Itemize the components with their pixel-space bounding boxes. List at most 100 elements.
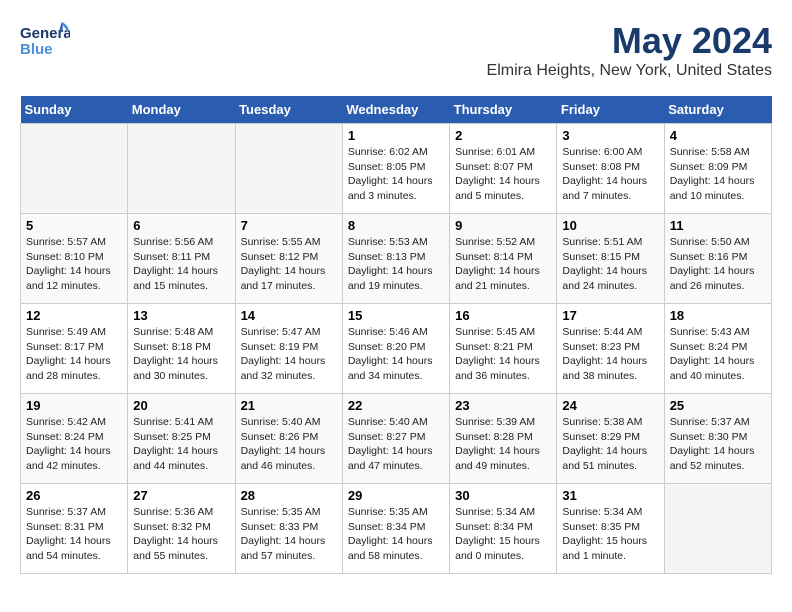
calendar-cell: 23Sunrise: 5:39 AMSunset: 8:28 PMDayligh… bbox=[450, 394, 557, 484]
calendar-cell: 7Sunrise: 5:55 AMSunset: 8:12 PMDaylight… bbox=[235, 214, 342, 304]
day-info: Sunrise: 6:01 AMSunset: 8:07 PMDaylight:… bbox=[455, 145, 551, 204]
calendar-cell: 3 Sunrise: 6:00 AMSunset: 8:08 PMDaylight… bbox=[557, 124, 664, 214]
calendar-cell bbox=[664, 484, 771, 574]
day-info: Sunrise: 6:00 AMSunset: 8:08 PMDaylight:… bbox=[562, 145, 658, 204]
column-header-wednesday: Wednesday bbox=[342, 96, 449, 124]
day-info: Sunrise: 5:37 AMSunset: 8:30 PMDaylight:… bbox=[670, 415, 766, 474]
calendar-cell: 18 Sunrise: 5:43 AMSunset: 8:24 PMDayligh… bbox=[664, 304, 771, 394]
calendar-cell: 30Sunrise: 5:34 AMSunset: 8:34 PMDayligh… bbox=[450, 484, 557, 574]
calendar-cell: 28 Sunrise: 5:35 AMSunset: 8:33 PMDayligh… bbox=[235, 484, 342, 574]
day-info: Sunrise: 5:38 AMSunset: 8:29 PMDaylight:… bbox=[562, 415, 658, 474]
day-number: 10 bbox=[562, 218, 658, 233]
week-row-1: 1Sunrise: 6:02 AMSunset: 8:05 PMDaylight… bbox=[21, 124, 772, 214]
week-row-3: 12 Sunrise: 5:49 AMSunset: 8:17 PMDayligh… bbox=[21, 304, 772, 394]
calendar-cell: 6Sunrise: 5:56 AMSunset: 8:11 PMDaylight… bbox=[128, 214, 235, 304]
calendar-cell: 17 Sunrise: 5:44 AMSunset: 8:23 PMDayligh… bbox=[557, 304, 664, 394]
calendar-cell: 27 Sunrise: 5:36 AMSunset: 8:32 PMDayligh… bbox=[128, 484, 235, 574]
day-number: 4 bbox=[670, 128, 766, 143]
day-info: Sunrise: 5:35 AMSunset: 8:34 PMDaylight:… bbox=[348, 505, 444, 564]
calendar-cell bbox=[235, 124, 342, 214]
day-info: Sunrise: 5:46 AMSunset: 8:20 PMDaylight:… bbox=[348, 325, 444, 384]
day-info: Sunrise: 5:34 AMSunset: 8:34 PMDaylight:… bbox=[455, 505, 551, 564]
column-header-monday: Monday bbox=[128, 96, 235, 124]
day-info: Sunrise: 5:44 AMSunset: 8:23 PMDaylight:… bbox=[562, 325, 658, 384]
day-info: Sunrise: 5:43 AMSunset: 8:24 PMDaylight:… bbox=[670, 325, 766, 384]
calendar-cell: 14 Sunrise: 5:47 AMSunset: 8:19 PMDayligh… bbox=[235, 304, 342, 394]
day-number: 23 bbox=[455, 398, 551, 413]
calendar-cell: 26Sunrise: 5:37 AMSunset: 8:31 PMDayligh… bbox=[21, 484, 128, 574]
day-info: Sunrise: 5:53 AMSunset: 8:13 PMDaylight:… bbox=[348, 235, 444, 294]
day-info: Sunrise: 5:47 AMSunset: 8:19 PMDaylight:… bbox=[241, 325, 337, 384]
day-number: 22 bbox=[348, 398, 444, 413]
calendar-cell: 12 Sunrise: 5:49 AMSunset: 8:17 PMDayligh… bbox=[21, 304, 128, 394]
calendar-cell: 21 Sunrise: 5:40 AMSunset: 8:26 PMDayligh… bbox=[235, 394, 342, 484]
day-info: Sunrise: 5:50 AMSunset: 8:16 PMDaylight:… bbox=[670, 235, 766, 294]
column-header-tuesday: Tuesday bbox=[235, 96, 342, 124]
day-number: 27 bbox=[133, 488, 229, 503]
page-header: General Blue General Blue May 2024 Elmir… bbox=[20, 20, 772, 80]
day-number: 21 bbox=[241, 398, 337, 413]
calendar-cell: 4 Sunrise: 5:58 AMSunset: 8:09 PMDaylight… bbox=[664, 124, 771, 214]
calendar-cell: 24Sunrise: 5:38 AMSunset: 8:29 PMDayligh… bbox=[557, 394, 664, 484]
calendar-cell: 1Sunrise: 6:02 AMSunset: 8:05 PMDaylight… bbox=[342, 124, 449, 214]
day-number: 17 bbox=[562, 308, 658, 323]
day-number: 5 bbox=[26, 218, 122, 233]
column-header-saturday: Saturday bbox=[664, 96, 771, 124]
day-number: 8 bbox=[348, 218, 444, 233]
calendar-cell bbox=[21, 124, 128, 214]
calendar-cell: 2 Sunrise: 6:01 AMSunset: 8:07 PMDaylight… bbox=[450, 124, 557, 214]
week-row-5: 26Sunrise: 5:37 AMSunset: 8:31 PMDayligh… bbox=[21, 484, 772, 574]
day-info: Sunrise: 5:42 AMSunset: 8:24 PMDaylight:… bbox=[26, 415, 122, 474]
column-header-friday: Friday bbox=[557, 96, 664, 124]
calendar-cell: 9Sunrise: 5:52 AMSunset: 8:14 PMDaylight… bbox=[450, 214, 557, 304]
day-info: Sunrise: 5:34 AMSunset: 8:35 PMDaylight:… bbox=[562, 505, 658, 564]
calendar-cell: 22 Sunrise: 5:40 AMSunset: 8:27 PMDayligh… bbox=[342, 394, 449, 484]
calendar-cell bbox=[128, 124, 235, 214]
day-info: Sunrise: 5:40 AMSunset: 8:26 PMDaylight:… bbox=[241, 415, 337, 474]
calendar-cell: 20Sunrise: 5:41 AMSunset: 8:25 PMDayligh… bbox=[128, 394, 235, 484]
day-number: 13 bbox=[133, 308, 229, 323]
week-row-4: 19 Sunrise: 5:42 AMSunset: 8:24 PMDayligh… bbox=[21, 394, 772, 484]
calendar-cell: 31 Sunrise: 5:34 AMSunset: 8:35 PMDayligh… bbox=[557, 484, 664, 574]
day-number: 18 bbox=[670, 308, 766, 323]
day-number: 28 bbox=[241, 488, 337, 503]
calendar-cell: 25 Sunrise: 5:37 AMSunset: 8:30 PMDayligh… bbox=[664, 394, 771, 484]
calendar-cell: 5 Sunrise: 5:57 AMSunset: 8:10 PMDaylight… bbox=[21, 214, 128, 304]
day-info: Sunrise: 5:35 AMSunset: 8:33 PMDaylight:… bbox=[241, 505, 337, 564]
calendar-cell: 8 Sunrise: 5:53 AMSunset: 8:13 PMDaylight… bbox=[342, 214, 449, 304]
day-info: Sunrise: 5:48 AMSunset: 8:18 PMDaylight:… bbox=[133, 325, 229, 384]
calendar-table: SundayMondayTuesdayWednesdayThursdayFrid… bbox=[20, 96, 772, 574]
logo-svg: General Blue bbox=[20, 20, 70, 60]
day-info: Sunrise: 5:57 AMSunset: 8:10 PMDaylight:… bbox=[26, 235, 122, 294]
title-area: May 2024 Elmira Heights, New York, Unite… bbox=[487, 20, 772, 80]
column-header-sunday: Sunday bbox=[21, 96, 128, 124]
day-info: Sunrise: 5:49 AMSunset: 8:17 PMDaylight:… bbox=[26, 325, 122, 384]
day-number: 3 bbox=[562, 128, 658, 143]
day-number: 16 bbox=[455, 308, 551, 323]
day-number: 2 bbox=[455, 128, 551, 143]
day-number: 25 bbox=[670, 398, 766, 413]
day-number: 11 bbox=[670, 218, 766, 233]
day-number: 14 bbox=[241, 308, 337, 323]
day-number: 20 bbox=[133, 398, 229, 413]
day-info: Sunrise: 5:40 AMSunset: 8:27 PMDaylight:… bbox=[348, 415, 444, 474]
day-info: Sunrise: 5:36 AMSunset: 8:32 PMDaylight:… bbox=[133, 505, 229, 564]
page-subtitle: Elmira Heights, New York, United States bbox=[487, 62, 772, 80]
calendar-cell: 10Sunrise: 5:51 AMSunset: 8:15 PMDayligh… bbox=[557, 214, 664, 304]
day-number: 19 bbox=[26, 398, 122, 413]
day-info: Sunrise: 5:52 AMSunset: 8:14 PMDaylight:… bbox=[455, 235, 551, 294]
calendar-cell: 11 Sunrise: 5:50 AMSunset: 8:16 PMDayligh… bbox=[664, 214, 771, 304]
svg-text:Blue: Blue bbox=[20, 41, 53, 58]
day-number: 12 bbox=[26, 308, 122, 323]
column-header-thursday: Thursday bbox=[450, 96, 557, 124]
calendar-cell: 13 Sunrise: 5:48 AMSunset: 8:18 PMDayligh… bbox=[128, 304, 235, 394]
week-row-2: 5 Sunrise: 5:57 AMSunset: 8:10 PMDaylight… bbox=[21, 214, 772, 304]
day-number: 26 bbox=[26, 488, 122, 503]
logo-container: General Blue bbox=[20, 20, 70, 60]
calendar-cell: 19 Sunrise: 5:42 AMSunset: 8:24 PMDayligh… bbox=[21, 394, 128, 484]
day-info: Sunrise: 5:58 AMSunset: 8:09 PMDaylight:… bbox=[670, 145, 766, 204]
day-number: 31 bbox=[562, 488, 658, 503]
day-number: 15 bbox=[348, 308, 444, 323]
day-number: 7 bbox=[241, 218, 337, 233]
day-info: Sunrise: 5:56 AMSunset: 8:11 PMDaylight:… bbox=[133, 235, 229, 294]
